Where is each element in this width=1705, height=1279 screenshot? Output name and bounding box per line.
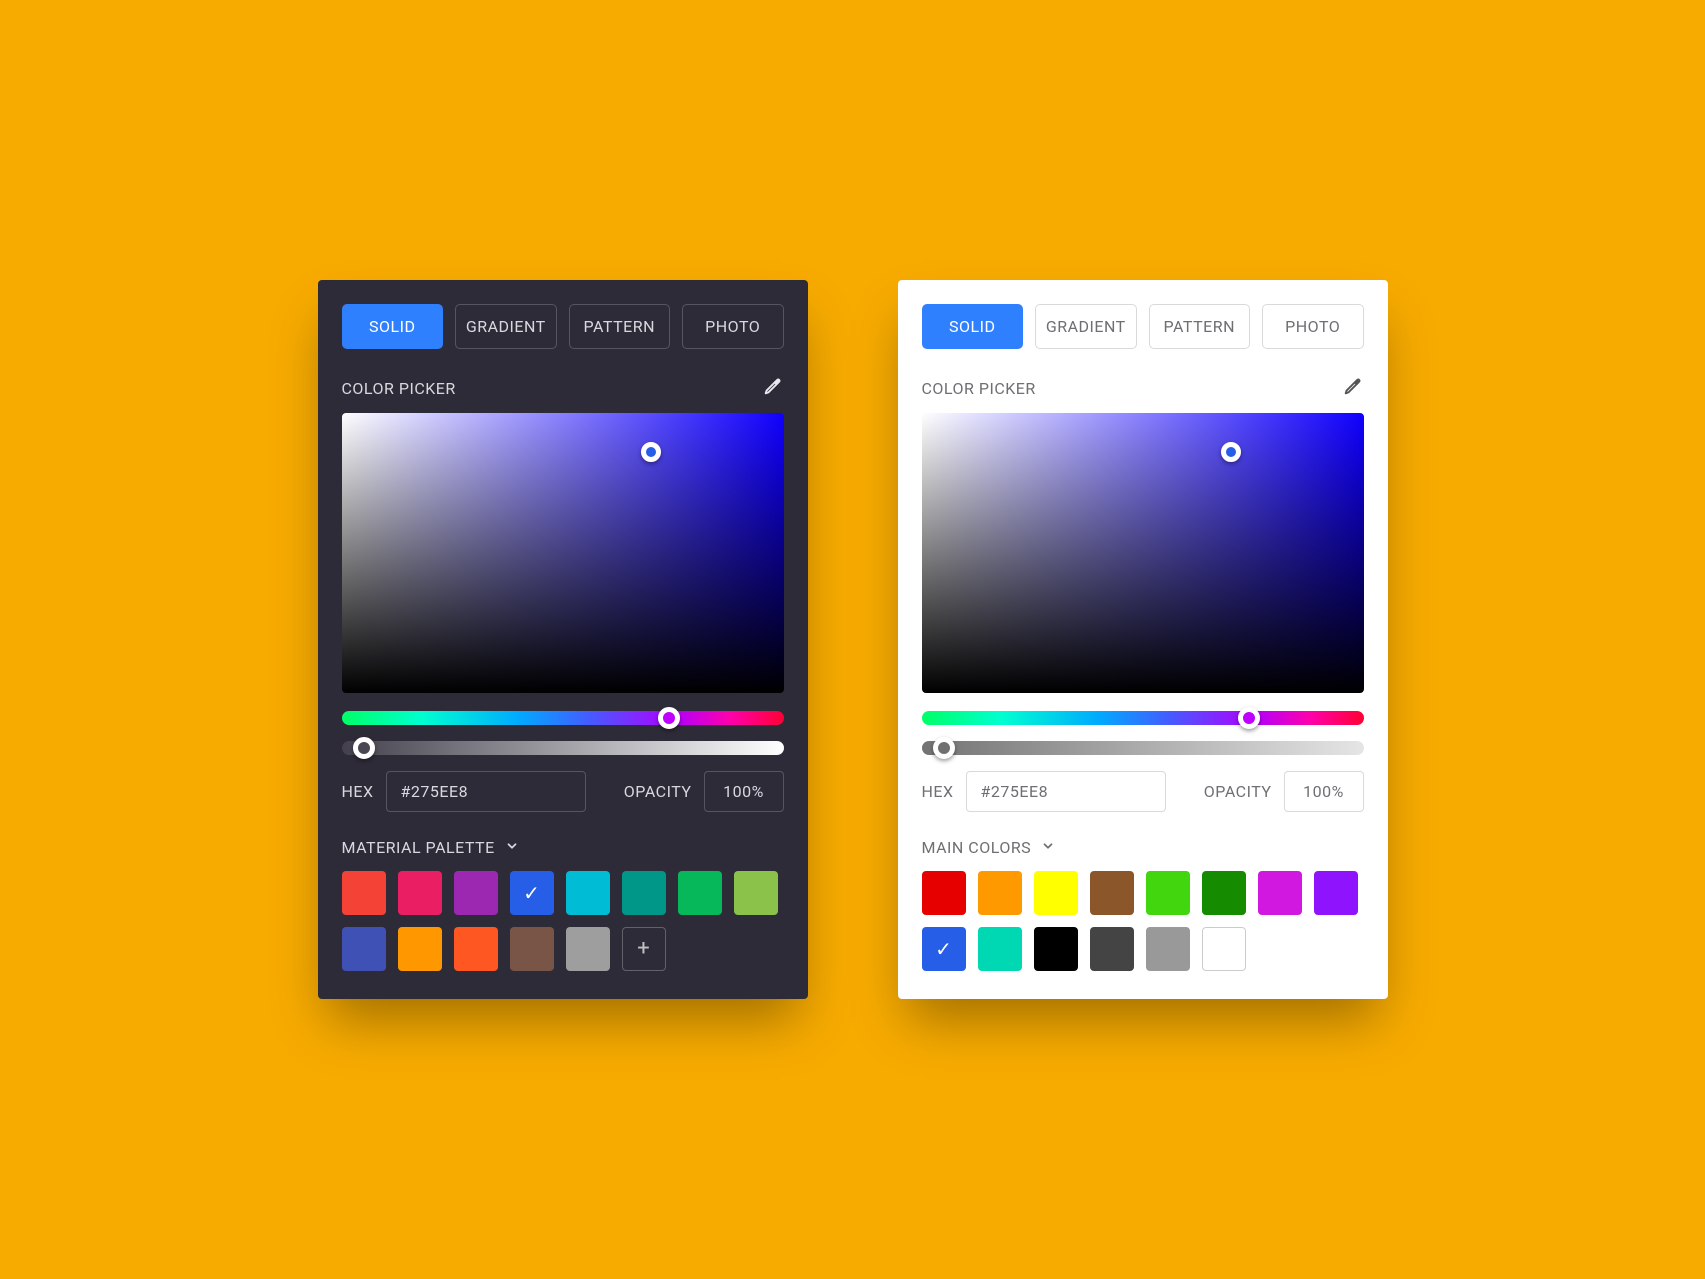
tab-photo[interactable]: PHOTO xyxy=(1262,304,1364,349)
color-picker-label: COLOR PICKER xyxy=(342,379,456,398)
color-field-handle[interactable] xyxy=(641,442,661,462)
check-icon: ✓ xyxy=(935,939,952,959)
opacity-input[interactable]: 100% xyxy=(704,771,784,812)
opacity-input[interactable]: 100% xyxy=(1284,771,1364,812)
tab-solid[interactable]: SOLID xyxy=(922,304,1024,349)
color-swatch[interactable] xyxy=(1090,871,1134,915)
color-swatch[interactable] xyxy=(1146,927,1190,971)
chevron-down-icon xyxy=(505,838,519,857)
color-swatch[interactable] xyxy=(1034,927,1078,971)
hue-slider-handle[interactable] xyxy=(1238,707,1260,729)
add-swatch-button[interactable]: + xyxy=(622,927,666,971)
fill-type-tabs: SOLID GRADIENT PATTERN PHOTO xyxy=(342,304,784,349)
color-swatch[interactable] xyxy=(978,871,1022,915)
palette-selector[interactable]: MATERIAL PALETTE xyxy=(342,838,784,857)
tab-solid[interactable]: SOLID xyxy=(342,304,444,349)
check-icon: ✓ xyxy=(523,883,540,903)
color-field[interactable] xyxy=(342,413,784,693)
opacity-label: OPACITY xyxy=(1204,782,1272,801)
hex-input[interactable]: #275EE8 xyxy=(966,771,1166,812)
opacity-label: OPACITY xyxy=(624,782,692,801)
color-swatch[interactable] xyxy=(1034,871,1078,915)
hue-slider[interactable] xyxy=(342,711,784,725)
hex-input[interactable]: #275EE8 xyxy=(386,771,586,812)
palette-label: MAIN COLORS xyxy=(922,838,1032,857)
color-swatch[interactable] xyxy=(678,871,722,915)
color-swatch[interactable] xyxy=(398,871,442,915)
color-swatch[interactable] xyxy=(1202,927,1246,971)
color-swatch[interactable] xyxy=(454,927,498,971)
color-swatch[interactable] xyxy=(978,927,1022,971)
color-swatch[interactable] xyxy=(454,871,498,915)
color-swatch[interactable] xyxy=(1146,871,1190,915)
color-swatch[interactable] xyxy=(566,927,610,971)
color-swatch[interactable] xyxy=(1202,871,1246,915)
swatch-grid: ✓+ xyxy=(342,871,784,971)
opacity-slider[interactable] xyxy=(922,741,1364,755)
color-swatch[interactable]: ✓ xyxy=(510,871,554,915)
tab-gradient[interactable]: GRADIENT xyxy=(1035,304,1137,349)
tab-pattern[interactable]: PATTERN xyxy=(1149,304,1251,349)
color-swatch[interactable]: ✓ xyxy=(922,927,966,971)
chevron-down-icon xyxy=(1041,838,1055,857)
opacity-slider-handle[interactable] xyxy=(353,737,375,759)
palette-selector[interactable]: MAIN COLORS xyxy=(922,838,1364,857)
eyedropper-icon[interactable] xyxy=(762,375,784,401)
hex-label: HEX xyxy=(342,782,374,801)
color-field[interactable] xyxy=(922,413,1364,693)
color-swatch[interactable] xyxy=(1258,871,1302,915)
color-swatch[interactable] xyxy=(1314,871,1358,915)
color-swatch[interactable] xyxy=(566,871,610,915)
color-swatch[interactable] xyxy=(1090,927,1134,971)
color-swatch[interactable] xyxy=(622,871,666,915)
eyedropper-icon[interactable] xyxy=(1342,375,1364,401)
hue-slider-handle[interactable] xyxy=(658,707,680,729)
hue-slider[interactable] xyxy=(922,711,1364,725)
opacity-slider[interactable] xyxy=(342,741,784,755)
color-swatch[interactable] xyxy=(398,927,442,971)
tab-gradient[interactable]: GRADIENT xyxy=(455,304,557,349)
color-swatch[interactable] xyxy=(734,871,778,915)
color-picker-panel-dark: SOLID GRADIENT PATTERN PHOTO COLOR PICKE… xyxy=(318,280,808,999)
color-swatch[interactable] xyxy=(342,927,386,971)
opacity-slider-handle[interactable] xyxy=(933,737,955,759)
color-field-handle[interactable] xyxy=(1221,442,1241,462)
color-swatch[interactable] xyxy=(342,871,386,915)
tab-pattern[interactable]: PATTERN xyxy=(569,304,671,349)
color-picker-panel-light: SOLID GRADIENT PATTERN PHOTO COLOR PICKE… xyxy=(898,280,1388,999)
swatch-grid: ✓ xyxy=(922,871,1364,971)
hex-label: HEX xyxy=(922,782,954,801)
fill-type-tabs: SOLID GRADIENT PATTERN PHOTO xyxy=(922,304,1364,349)
plus-icon: + xyxy=(637,938,649,960)
color-picker-label: COLOR PICKER xyxy=(922,379,1036,398)
value-row: HEX #275EE8 OPACITY 100% xyxy=(922,771,1364,812)
value-row: HEX #275EE8 OPACITY 100% xyxy=(342,771,784,812)
tab-photo[interactable]: PHOTO xyxy=(682,304,784,349)
color-swatch[interactable] xyxy=(510,927,554,971)
color-swatch[interactable] xyxy=(922,871,966,915)
palette-label: MATERIAL PALETTE xyxy=(342,838,495,857)
